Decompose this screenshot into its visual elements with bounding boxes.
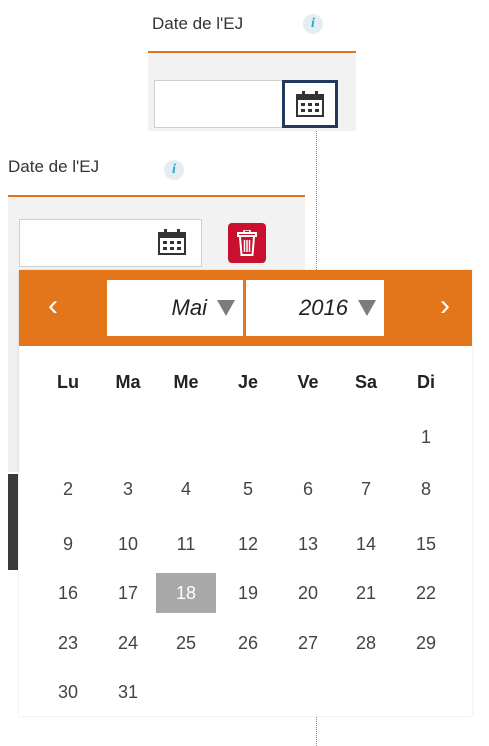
day-cell[interactable]: 21 (336, 573, 396, 613)
date-picker-popup: ‹ Mai 2016 › Lu Ma Me Je Ve Sa Di 1 2 3 4 5 6 7 8 9 10 1… (19, 270, 472, 716)
day-cell[interactable]: 6 (278, 469, 338, 509)
day-cell[interactable]: 12 (218, 524, 278, 564)
day-cell[interactable]: 24 (98, 623, 158, 663)
year-select[interactable]: 2016 (246, 280, 384, 336)
calendar-button[interactable] (150, 222, 194, 262)
day-cell[interactable]: 5 (218, 469, 278, 509)
background-dark-strip (8, 474, 18, 570)
day-cell[interactable]: 7 (336, 469, 396, 509)
date-ej-label: Date de l'EJ (8, 157, 100, 176)
day-cell[interactable]: 11 (156, 524, 216, 564)
weekday-label: Ve (297, 372, 319, 392)
weekday-label: Sa (354, 372, 378, 392)
day-cell-selected[interactable]: 18 (156, 573, 216, 613)
background-panel-edge (8, 272, 19, 472)
day-cell[interactable]: 2 (38, 469, 98, 509)
day-cell[interactable]: 23 (38, 623, 98, 663)
delete-button[interactable] (228, 223, 266, 263)
calendar-header: ‹ Mai 2016 › (19, 270, 472, 346)
day-cell[interactable]: 27 (278, 623, 338, 663)
calendar-icon (296, 91, 324, 117)
day-cell[interactable]: 16 (38, 573, 98, 613)
day-cell[interactable]: 14 (336, 524, 396, 564)
day-cell[interactable]: 4 (156, 469, 216, 509)
day-cell[interactable]: 13 (278, 524, 338, 564)
day-cell[interactable]: 28 (336, 623, 396, 663)
day-cell[interactable]: 15 (396, 524, 456, 564)
next-month-button[interactable]: › (423, 284, 467, 328)
day-cell[interactable]: 20 (278, 573, 338, 613)
weekday-label: Ma (115, 372, 141, 392)
day-cell[interactable]: 19 (218, 573, 278, 613)
chevron-down-icon (217, 300, 235, 316)
day-cell[interactable]: 9 (38, 524, 98, 564)
info-icon[interactable]: i (303, 14, 323, 34)
weekday-label: Di (417, 372, 435, 392)
day-cell[interactable]: 31 (98, 672, 158, 712)
day-cell[interactable]: 30 (38, 672, 98, 712)
prev-month-button[interactable]: ‹ (31, 284, 75, 328)
month-select[interactable]: Mai (107, 280, 243, 336)
trash-icon (237, 230, 257, 256)
weekday-label: Je (237, 372, 259, 392)
weekday-label: Lu (57, 372, 79, 392)
day-cell[interactable]: 8 (396, 469, 456, 509)
date-input-top[interactable] (154, 80, 286, 128)
weekday-label: Me (173, 372, 199, 392)
day-cell[interactable]: 3 (98, 469, 158, 509)
day-cell[interactable]: 25 (156, 623, 216, 663)
chevron-down-icon (358, 300, 376, 316)
day-cell[interactable]: 22 (396, 573, 456, 613)
day-cell[interactable]: 29 (396, 623, 456, 663)
month-value: Mai (171, 295, 207, 320)
day-cell[interactable]: 17 (98, 573, 158, 613)
day-cell[interactable]: 26 (218, 623, 278, 663)
day-cell[interactable]: 10 (98, 524, 158, 564)
calendar-icon (158, 229, 186, 255)
year-value: 2016 (299, 295, 348, 320)
calendar-button-top[interactable] (282, 80, 338, 128)
date-ej-label-top: Date de l'EJ (152, 14, 244, 33)
day-cell[interactable]: 1 (396, 417, 456, 457)
info-icon[interactable]: i (164, 160, 184, 180)
